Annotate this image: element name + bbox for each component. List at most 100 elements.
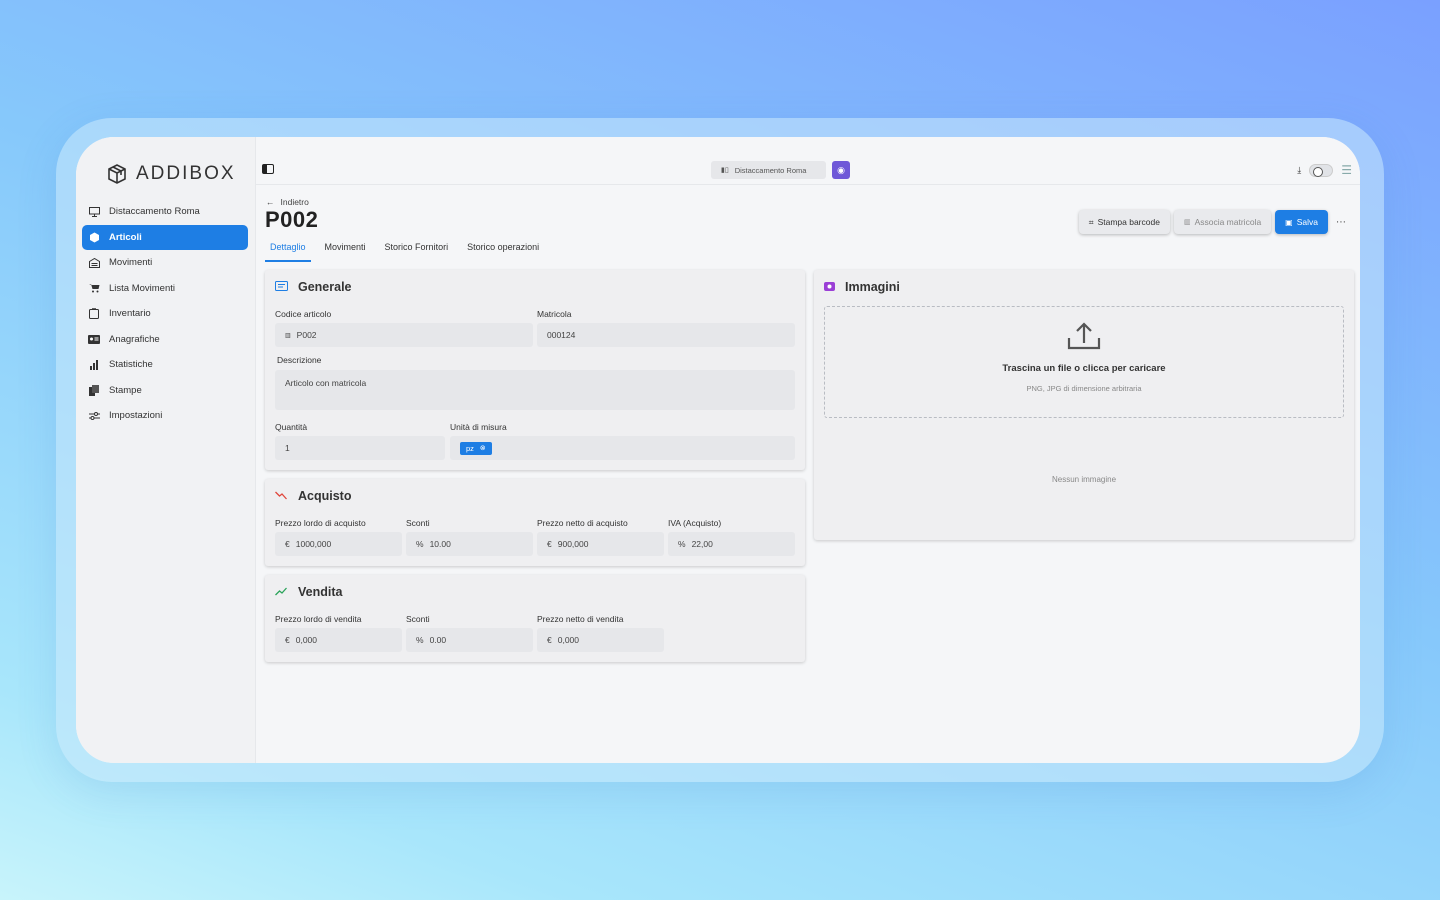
card-title: Immagini (824, 280, 900, 294)
vendita-lordo-label: Prezzo lordo di vendita (275, 614, 362, 624)
bar-chart-icon (88, 359, 100, 371)
brand-logo[interactable]: ADDIBOX (106, 163, 236, 185)
tab-storico-fornitori[interactable]: Storico Fornitori (380, 240, 454, 262)
codice-value: P002 (296, 330, 317, 340)
tab-dettaglio[interactable]: Dettaglio (265, 240, 311, 262)
tab-storico-operazioni[interactable]: Storico operazioni (462, 240, 544, 262)
print-icon (88, 384, 100, 396)
sidebar-item-label: Movimenti (109, 257, 153, 269)
percent-icon: % (416, 635, 424, 645)
acquisto-title: Acquisto (298, 489, 352, 503)
descrizione-value: Articolo con matricola (285, 378, 367, 388)
chat-icon: ◉ (837, 164, 845, 175)
sidebar-item-lista-movimenti[interactable]: Lista Movimenti (82, 276, 248, 302)
sidebar-nav: Distaccamento Roma Articoli Movimenti Li… (82, 199, 248, 429)
acquisto-sconti-field[interactable]: % 10.00 (406, 532, 533, 556)
warehouse-icon (88, 257, 100, 269)
print-barcode-label: Stampa barcode (1097, 217, 1160, 227)
acquisto-netto-value: 900,000 (557, 539, 589, 549)
download-icon[interactable]: ⤓ (1297, 165, 1301, 176)
camera-icon (824, 280, 835, 294)
generale-card: Generale Codice articolo ▥ P002 Matricol… (265, 270, 805, 470)
building-icon: ▮▯ (721, 167, 729, 174)
print-barcode-button[interactable]: ⌗ Stampa barcode (1078, 210, 1170, 234)
euro-icon: € (285, 539, 290, 549)
save-button[interactable]: ▣ Salva (1275, 210, 1328, 234)
quantita-value: 1 (285, 443, 290, 453)
sidebar-item-distaccamento[interactable]: Distaccamento Roma (82, 199, 248, 225)
page-title: P002 (265, 207, 319, 232)
euro-icon: € (547, 539, 552, 549)
acquisto-netto-label: Prezzo netto di acquisto (537, 518, 628, 528)
unita-label: Unità di misura (450, 422, 507, 432)
menu-lines-icon[interactable]: ☰ (1341, 163, 1352, 177)
clipboard-icon (88, 308, 100, 320)
generale-title: Generale (298, 280, 352, 294)
sidebar-item-label: Distaccamento Roma (109, 206, 200, 218)
tab-movimenti[interactable]: Movimenti (320, 240, 371, 262)
vendita-sconti-field[interactable]: % 0.00 (406, 628, 533, 652)
acquisto-lordo-field[interactable]: € 1000,000 (275, 532, 402, 556)
matricola-value: 000124 (547, 330, 576, 340)
acquisto-iva-value: 22,00 (691, 539, 713, 549)
sidebar-item-label: Inventario (109, 308, 151, 320)
upload-icon (1067, 322, 1101, 350)
codice-field[interactable]: ▥ P002 (275, 323, 533, 347)
vendita-netto-field[interactable]: € 0,000 (537, 628, 664, 652)
store-selector[interactable]: ▮▯ Distaccamento Roma (711, 161, 826, 179)
store-name: Distaccamento Roma (734, 165, 807, 175)
sidebar-item-statistiche[interactable]: Statistiche (82, 352, 248, 378)
matricola-field[interactable]: 000124 (537, 323, 795, 347)
more-icon[interactable]: ⋯ (1336, 217, 1346, 228)
matricola-label: Matricola (537, 309, 572, 319)
sidebar-item-inventario[interactable]: Inventario (82, 301, 248, 327)
tabs: Dettaglio Movimenti Storico Fornitori St… (265, 240, 553, 262)
sidebar-item-stampe[interactable]: Stampe (82, 378, 248, 404)
sidebar-item-label: Articoli (109, 231, 142, 243)
cube-icon (88, 231, 100, 243)
box-logo-icon (108, 164, 126, 184)
acquisto-iva-label: IVA (Acquisto) (668, 518, 722, 528)
id-card-icon (275, 280, 288, 294)
sidebar-item-articoli[interactable]: Articoli (82, 224, 248, 250)
vendita-netto-value: 0,000 (557, 635, 580, 645)
associate-serial-label: Associa matricola (1194, 217, 1262, 227)
cart-icon (88, 282, 100, 294)
unita-select[interactable]: pz ⊗ (450, 436, 795, 460)
dropzone-title: Trascina un file o clicca per caricare (1002, 363, 1166, 374)
store-switch-button[interactable]: ◉ (832, 161, 850, 179)
back-link[interactable]: ← Indietro (266, 197, 309, 207)
vendita-card: Vendita Prezzo lordo di vendita € 0,000 … (265, 575, 805, 662)
app-window: ADDIBOX Distaccamento Roma Articoli Movi… (76, 137, 1360, 763)
trend-down-icon (275, 489, 288, 503)
card-title: Vendita (275, 585, 342, 599)
sidebar-item-label: Impostazioni (109, 410, 163, 422)
dropzone-subtitle: PNG, JPG di dimensione arbitraria (1026, 384, 1142, 393)
associate-serial-button[interactable]: ▥ Associa matricola (1173, 210, 1272, 234)
acquisto-iva-field[interactable]: % 22,00 (668, 532, 795, 556)
vendita-lordo-field[interactable]: € 0,000 (275, 628, 402, 652)
close-icon[interactable]: ⊗ (480, 444, 486, 452)
descrizione-textarea[interactable]: Articolo con matricola (275, 370, 795, 410)
acquisto-lordo-label: Prezzo lordo di acquisto (275, 518, 366, 528)
card-title: Generale (275, 280, 352, 294)
acquisto-sconti-value: 10.00 (429, 539, 451, 549)
sidebar-toggle-icon[interactable] (262, 164, 274, 174)
card-title: Acquisto (275, 489, 351, 503)
sidebar-item-label: Statistiche (109, 359, 153, 371)
sidebar-item-movimenti[interactable]: Movimenti (82, 250, 248, 276)
unit-chip[interactable]: pz ⊗ (460, 441, 492, 455)
theme-toggle[interactable] (1309, 163, 1334, 177)
sidebar-item-impostazioni[interactable]: Impostazioni (82, 403, 248, 429)
quantita-field[interactable]: 1 (275, 436, 445, 460)
unit-chip-label: pz (466, 443, 474, 453)
main-content: ← Indietro P002 ⌗ Stampa barcode ▥ Assoc… (256, 185, 1360, 763)
percent-icon: % (416, 539, 424, 549)
sidebar-item-anagrafiche[interactable]: Anagrafiche (82, 327, 248, 353)
id-card-icon (88, 333, 100, 345)
acquisto-netto-field[interactable]: € 900,000 (537, 532, 664, 556)
vendita-lordo-value: 0,000 (295, 635, 318, 645)
acquisto-lordo-value: 1000,000 (295, 539, 332, 549)
percent-icon: % (678, 539, 686, 549)
upload-dropzone[interactable]: Trascina un file o clicca per caricare P… (824, 306, 1344, 418)
